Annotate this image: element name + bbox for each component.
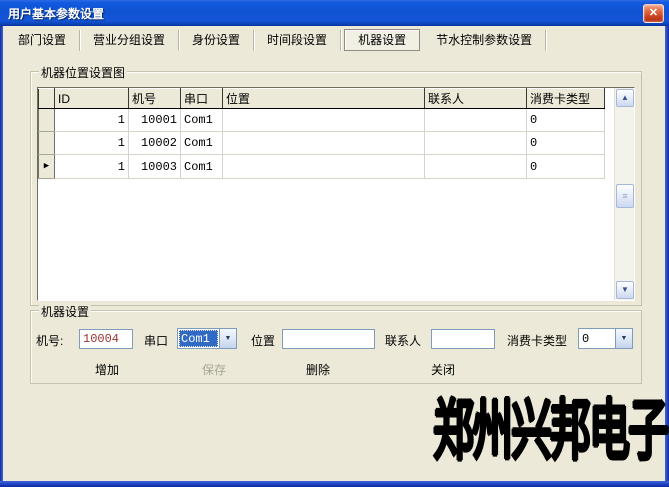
- cell-com-port[interactable]: Com1: [181, 109, 223, 132]
- column-header-machine-no: 机号: [129, 89, 181, 109]
- location-field[interactable]: [282, 329, 375, 349]
- com-port-label: 串口: [144, 332, 168, 349]
- machine-position-group: 机器位置设置图 ID 机号 串口 位置 联系人 消费卡类型: [30, 71, 642, 306]
- machine-settings-group: 机器设置 机号: 串口 Com1 ▼ 位置 联系人 消费卡类型 0 ▼ 增加 保…: [30, 310, 642, 384]
- window-title: 用户基本参数设置: [0, 5, 104, 22]
- row-selector[interactable]: [39, 109, 55, 132]
- column-header-selector: [39, 89, 55, 109]
- tab-time-period[interactable]: 时间段设置: [254, 30, 341, 51]
- table-row[interactable]: 1 10002 Com1 0: [39, 132, 605, 155]
- tab-water-saving-params[interactable]: 节水控制参数设置: [423, 30, 546, 51]
- scroll-down-icon[interactable]: ▼: [616, 281, 634, 299]
- cell-id[interactable]: 1: [55, 132, 129, 155]
- window-border-bottom: [0, 481, 669, 487]
- cell-contact[interactable]: [425, 155, 527, 179]
- table-row[interactable]: 1 10001 Com1 0: [39, 109, 605, 132]
- cell-location[interactable]: [223, 155, 425, 179]
- row-selector[interactable]: [39, 132, 55, 155]
- tab-department[interactable]: 部门设置: [5, 30, 80, 51]
- column-header-id: ID: [55, 89, 129, 109]
- machine-grid: ID 机号 串口 位置 联系人 消费卡类型 1 10001 Com1 0: [37, 87, 635, 301]
- machine-no-label: 机号:: [36, 332, 63, 349]
- cell-contact[interactable]: [425, 109, 527, 132]
- machine-no-field[interactable]: [79, 329, 133, 349]
- table-row[interactable]: ▶ 1 10003 Com1 0: [39, 155, 605, 179]
- vertical-scrollbar[interactable]: ▲ ≡ ▼: [614, 88, 634, 300]
- cell-location[interactable]: [223, 109, 425, 132]
- machine-position-group-title: 机器位置设置图: [39, 64, 127, 81]
- save-button: 保存: [200, 361, 228, 379]
- dialog-window: 用户基本参数设置 ✕ 部门设置 营业分组设置 身份设置 时间段设置 机器设置 节…: [0, 0, 669, 487]
- cell-id[interactable]: 1: [55, 109, 129, 132]
- tab-machine-settings[interactable]: 机器设置: [344, 29, 420, 51]
- com-port-selected-value: Com1: [179, 330, 218, 347]
- chevron-down-icon[interactable]: ▼: [219, 329, 236, 348]
- contact-label: 联系人: [385, 332, 421, 349]
- scrollbar-thumb[interactable]: ≡: [616, 184, 634, 208]
- chevron-down-icon[interactable]: ▼: [615, 329, 632, 348]
- machine-table: ID 机号 串口 位置 联系人 消费卡类型 1 10001 Com1 0: [38, 88, 605, 179]
- cell-com-port[interactable]: Com1: [181, 132, 223, 155]
- column-header-location: 位置: [223, 89, 425, 109]
- current-row-pointer-icon[interactable]: ▶: [39, 155, 55, 179]
- cell-machine-no[interactable]: 10001: [129, 109, 181, 132]
- card-type-label: 消费卡类型: [507, 332, 567, 349]
- contact-field[interactable]: [431, 329, 495, 349]
- location-label: 位置: [251, 332, 275, 349]
- close-icon[interactable]: ✕: [643, 4, 664, 23]
- com-port-select[interactable]: Com1 ▼: [177, 328, 237, 349]
- tab-strip: 部门设置 营业分组设置 身份设置 时间段设置 机器设置 节水控制参数设置: [3, 27, 665, 53]
- column-header-contact: 联系人: [425, 89, 527, 109]
- machine-settings-group-title: 机器设置: [39, 303, 91, 320]
- cell-com-port[interactable]: Com1: [181, 155, 223, 179]
- add-button[interactable]: 增加: [93, 361, 121, 379]
- column-header-com-port: 串口: [181, 89, 223, 109]
- column-header-card-type: 消费卡类型: [527, 89, 605, 109]
- tab-business-group[interactable]: 营业分组设置: [80, 30, 179, 51]
- card-type-select[interactable]: 0 ▼: [578, 328, 633, 349]
- card-type-selected-value: 0: [580, 330, 614, 347]
- cell-machine-no[interactable]: 10003: [129, 155, 181, 179]
- window-border-left: [0, 26, 3, 487]
- scroll-up-icon[interactable]: ▲: [616, 89, 634, 107]
- table-header-row: ID 机号 串口 位置 联系人 消费卡类型: [39, 89, 605, 109]
- cell-location[interactable]: [223, 132, 425, 155]
- tab-identity[interactable]: 身份设置: [179, 30, 254, 51]
- delete-button[interactable]: 删除: [304, 361, 332, 379]
- cell-machine-no[interactable]: 10002: [129, 132, 181, 155]
- cell-card-type[interactable]: 0: [527, 109, 605, 132]
- cell-card-type[interactable]: 0: [527, 155, 605, 179]
- cell-contact[interactable]: [425, 132, 527, 155]
- cell-card-type[interactable]: 0: [527, 132, 605, 155]
- cell-id[interactable]: 1: [55, 155, 129, 179]
- titlebar[interactable]: 用户基本参数设置 ✕: [0, 0, 669, 26]
- vendor-watermark: 郑州兴邦电子: [433, 376, 667, 473]
